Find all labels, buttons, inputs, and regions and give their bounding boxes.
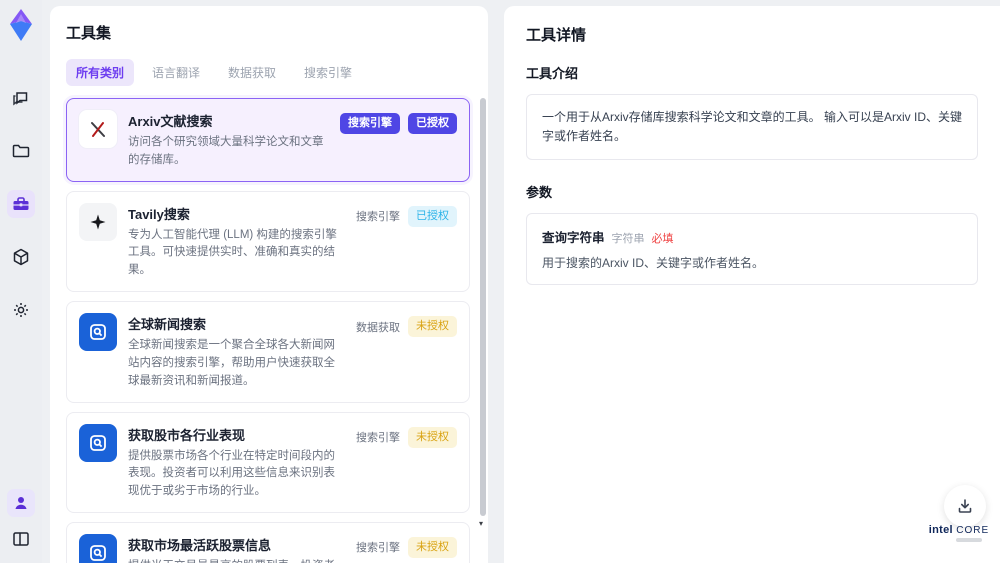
sidebar-item-models[interactable] — [7, 243, 35, 271]
detail-title: 工具详情 — [526, 27, 587, 44]
param-required-badge: 必填 — [651, 233, 674, 246]
tab-search-engine[interactable]: 搜索引擎 — [294, 59, 362, 86]
tool-description: 专为人工智能代理 (LLM) 构建的搜索引擎工具。可快速提供实时、准确和真实的结… — [128, 228, 337, 277]
panel-toggle-icon — [13, 532, 29, 546]
tool-name: Arxiv文献搜索 — [128, 114, 213, 129]
sidebar-item-collapse[interactable] — [7, 525, 35, 553]
page-title: 工具集 — [66, 25, 112, 42]
category-label: 搜索引擎 — [356, 432, 400, 444]
auth-badge: 未授权 — [408, 316, 457, 338]
tab-data-fetch[interactable]: 数据获取 — [218, 59, 286, 86]
tool-card-arxiv[interactable]: Arxiv文献搜索 访问各个研究领域大量科学论文和文章的存储库。 搜索引擎 已授… — [66, 98, 470, 182]
category-label: 搜索引擎 — [356, 542, 400, 555]
intel-label: intel — [928, 524, 953, 536]
toolbox-icon — [13, 197, 29, 210]
tool-name: 获取股市各行业表现 — [128, 427, 246, 443]
tool-name: 全球新闻搜索 — [128, 317, 207, 333]
intro-text-box: 一个用于从Arxiv存储库搜索科学论文和文章的工具。 输入可以是Arxiv ID… — [526, 94, 978, 161]
sparkle-icon — [79, 202, 117, 241]
param-type: 字符串 — [611, 233, 645, 246]
folder-icon — [12, 144, 30, 158]
auth-badge: 未授权 — [408, 536, 457, 558]
search-icon — [79, 423, 117, 462]
param-name: 查询字符串 — [542, 231, 605, 246]
tab-language-translation[interactable]: 语言翻译 — [142, 59, 210, 86]
app-logo-icon — [10, 9, 32, 41]
tool-card-tavily[interactable]: Tavily搜索 专为人工智能代理 (LLM) 构建的搜索引擎工具。可快速提供实… — [66, 190, 470, 293]
auth-badge: 已授权 — [408, 205, 457, 227]
sidebar-item-settings[interactable] — [7, 296, 35, 324]
tool-description: 访问各个研究领域大量科学论文和文章的存储库。 — [128, 136, 324, 166]
sidebar-item-chat[interactable] — [7, 84, 35, 112]
left-rail — [0, 0, 42, 563]
core-label: CORE — [956, 525, 990, 536]
tool-detail-panel: 工具详情 工具介绍 一个用于从Arxiv存储库搜索科学论文和文章的工具。 输入可… — [504, 6, 1000, 563]
tool-description: 全球新闻搜索是一个聚合全球各大新闻网站内容的搜索引擎，帮助用户快速获取全球最新资… — [128, 339, 335, 387]
intel-core-logo: intel CORE — [928, 524, 990, 542]
sidebar-item-tools[interactable] — [7, 190, 35, 218]
search-icon — [79, 313, 117, 352]
category-tabs: 所有类别 语言翻译 数据获取 搜索引擎 — [66, 59, 470, 86]
tool-name: Tavily搜索 — [128, 206, 190, 222]
auth-badge: 未授权 — [408, 426, 457, 448]
scrollbar-thumb[interactable] — [480, 98, 486, 516]
chat-icon — [13, 92, 28, 106]
intro-heading: 工具介绍 — [526, 66, 579, 81]
cube-icon — [13, 248, 29, 266]
tool-description: 提供股票市场各个行业在特定时间段内的表现。投资者可以利用这些信息来识别表现优于或… — [128, 449, 335, 498]
tool-list-panel: 工具集 所有类别 语言翻译 数据获取 搜索引擎 Arxiv文献搜索 访问各个研究… — [50, 6, 488, 563]
tool-description: 提供当天交易量最高的股票列表，投资者可以利用这些信息来识别流动性强的股票和潜在的… — [128, 558, 345, 563]
arxiv-logo-icon — [79, 110, 117, 148]
tool-card-sector-performance[interactable]: 获取股市各行业表现 提供股票市场各个行业在特定时间段内的表现。投资者可以利用这些… — [66, 411, 470, 513]
gear-icon — [14, 303, 28, 317]
tool-name: 获取市场最活跃股票信息 — [128, 537, 272, 553]
category-label: 搜索引擎 — [356, 211, 400, 224]
tool-card-most-active-stocks[interactable]: 获取市场最活跃股票信息 提供当天交易量最高的股票列表，投资者可以利用这些信息来识… — [66, 521, 470, 563]
category-label: 数据获取 — [356, 321, 400, 334]
user-icon — [15, 497, 27, 509]
category-badge: 搜索引擎 — [340, 113, 400, 134]
download-button[interactable] — [944, 485, 986, 527]
intel-sub-mark — [956, 538, 982, 542]
scroll-down-icon[interactable]: ▾ — [479, 520, 487, 528]
sidebar-item-files[interactable] — [7, 137, 35, 165]
list-scrollbar[interactable]: ▾ — [479, 86, 487, 563]
params-heading: 参数 — [526, 185, 553, 201]
param-description: 用于搜索的Arxiv ID、关键字或作者姓名。 — [542, 256, 765, 271]
tab-all-categories[interactable]: 所有类别 — [66, 59, 135, 86]
sidebar-item-account[interactable] — [7, 489, 35, 517]
auth-badge: 已授权 — [408, 113, 457, 134]
download-icon — [958, 499, 972, 513]
tool-card-global-news[interactable]: 全球新闻搜索 全球新闻搜索是一个聚合全球各大新闻网站内容的搜索引擎，帮助用户快速… — [66, 301, 470, 403]
search-icon — [79, 533, 117, 563]
param-card: 查询字符串 字符串 必填 用于搜索的Arxiv ID、关键字或作者姓名。 — [526, 213, 978, 286]
tool-list: Arxiv文献搜索 访问各个研究领域大量科学论文和文章的存储库。 搜索引擎 已授… — [66, 98, 470, 563]
